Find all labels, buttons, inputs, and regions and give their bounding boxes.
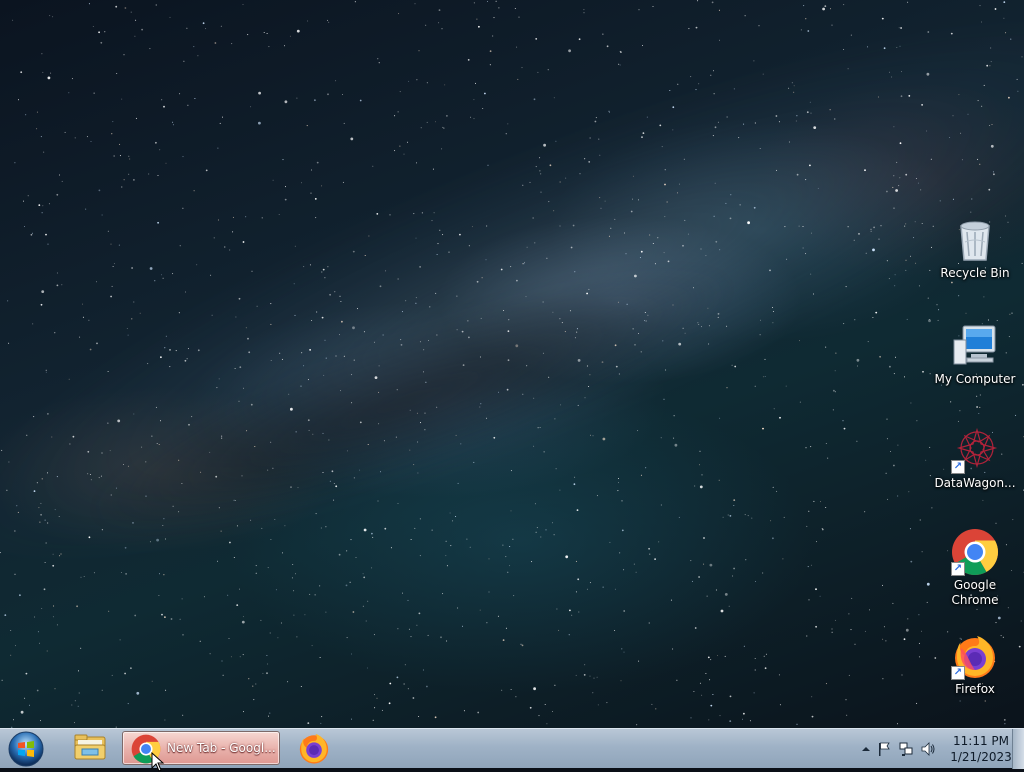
taskbar-chrome-window-button[interactable]: New Tab - Googl... xyxy=(122,731,280,772)
desktop-icon-label: Google Chrome xyxy=(951,578,999,607)
computer-icon xyxy=(951,322,999,370)
mouse-cursor-icon xyxy=(151,752,165,772)
clock-time: 11:11 PM xyxy=(953,734,1009,748)
start-button[interactable] xyxy=(4,731,48,767)
desktop-background: Recycle Bin My Computer ↗ DataWagon... ↗… xyxy=(0,0,1024,728)
clock-date: 1/21/2023 xyxy=(950,750,1012,764)
desktop-icon-label: My Computer xyxy=(934,372,1016,386)
desktop-icon-google-chrome[interactable]: ↗ Google Chrome xyxy=(930,528,1020,608)
recycle-bin-icon xyxy=(951,216,999,264)
volume-icon[interactable] xyxy=(920,741,936,757)
datawagon-icon: ↗ xyxy=(951,426,999,474)
taskbar: New Tab - Googl... 11:11 PM 1/21/2023 xyxy=(0,728,1024,772)
action-center-flag-icon[interactable] xyxy=(876,741,892,757)
desktop-icon-label: DataWagon... xyxy=(934,476,1016,490)
clock[interactable]: 11:11 PM 1/21/2023 xyxy=(946,733,1016,765)
shortcut-arrow-icon: ↗ xyxy=(951,666,965,680)
desktop-icon-label: Recycle Bin xyxy=(940,266,1010,280)
taskbar-window-title: New Tab - Googl... xyxy=(167,741,276,755)
folder-icon xyxy=(74,734,106,760)
firefox-icon: ↗ xyxy=(951,632,999,680)
desktop-icon-label: Firefox xyxy=(955,682,995,696)
firefox-icon xyxy=(299,733,329,764)
chrome-icon: ↗ xyxy=(951,528,999,576)
starfield xyxy=(0,0,1024,728)
shortcut-arrow-icon: ↗ xyxy=(951,562,965,576)
desktop-icon-firefox[interactable]: ↗ Firefox xyxy=(930,632,1020,697)
desktop-icon-recycle-bin[interactable]: Recycle Bin xyxy=(930,216,1020,281)
taskbar-explorer-button[interactable] xyxy=(70,731,110,765)
network-icon[interactable] xyxy=(898,741,914,757)
shortcut-arrow-icon: ↗ xyxy=(951,460,965,474)
system-tray: 11:11 PM 1/21/2023 xyxy=(834,729,1024,769)
show-hidden-icons-arrow-icon[interactable] xyxy=(858,741,874,757)
show-desktop-button[interactable] xyxy=(1012,729,1024,769)
windows-start-icon xyxy=(8,731,44,767)
desktop-icon-datawagon[interactable]: ↗ DataWagon... xyxy=(930,426,1020,491)
desktop-icon-my-computer[interactable]: My Computer xyxy=(930,322,1020,387)
taskbar-firefox-button[interactable] xyxy=(294,731,334,765)
